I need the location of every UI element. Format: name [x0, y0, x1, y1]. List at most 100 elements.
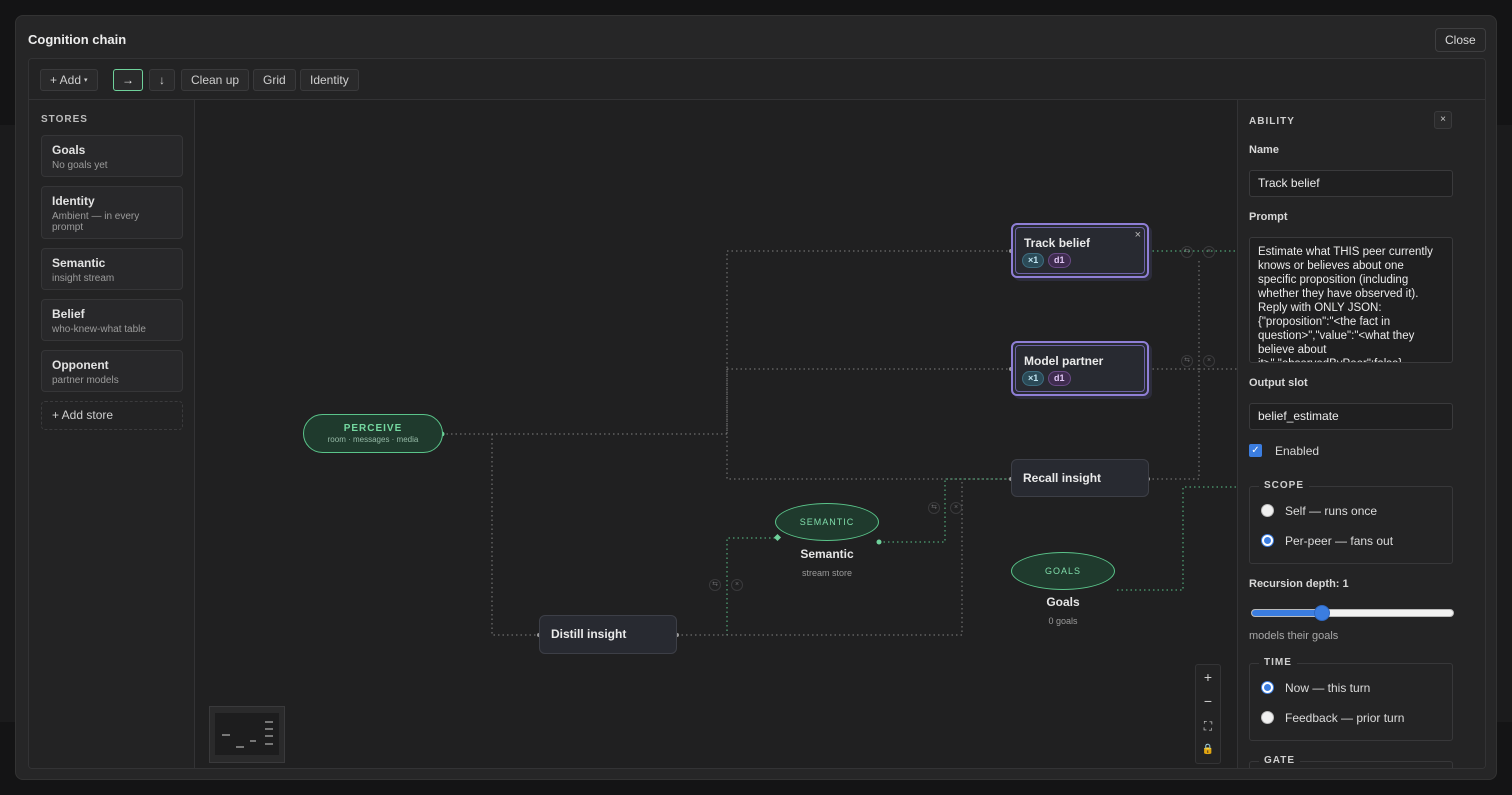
name-input[interactable]: Track belief — [1249, 170, 1453, 197]
store-title: Goals — [52, 143, 86, 157]
node-recall-insight[interactable]: Recall insight — [1011, 459, 1149, 497]
slider-knob[interactable] — [1314, 605, 1331, 621]
store-goals[interactable]: Goals No goals yet — [41, 135, 183, 177]
enabled-label: Enabled — [1275, 444, 1320, 458]
perceive-title: PERCEIVE — [343, 423, 403, 434]
edge-recall-out[interactable] — [1148, 369, 1200, 480]
remove-edge-icon[interactable]: × — [1203, 246, 1215, 258]
editor-frame: + Add ▾ → ↓ Clean up Grid Identity STORES… — [28, 58, 1486, 769]
edge-semantic-recall[interactable] — [879, 478, 1011, 543]
node-distill-insight[interactable]: Distill insight — [539, 615, 677, 654]
edge-perceive-recall[interactable] — [726, 369, 1011, 480]
add-button-label: + Add — [50, 73, 82, 87]
toolbar: + Add ▾ → ↓ Clean up Grid Identity — [29, 59, 1485, 100]
zoom-controls: + − ⛶ 🔒 — [1195, 664, 1221, 764]
remove-edge-icon[interactable]: × — [731, 579, 743, 591]
instance-count-badge: ×1 — [1022, 371, 1045, 386]
ability-panel: ABILITY × Name Track belief Prompt Estim… — [1237, 100, 1485, 768]
store-title: Opponent — [52, 358, 109, 372]
remove-edge-icon[interactable]: × — [1203, 355, 1215, 367]
gate-fieldset: GATE — [1249, 755, 1453, 768]
store-opponent[interactable]: Opponent partner models — [41, 350, 183, 392]
goals-store-node[interactable]: GOALS — [1011, 552, 1115, 590]
edge-distill-semantic[interactable] — [677, 537, 778, 636]
store-subtitle: partner models — [52, 375, 119, 386]
clean-up-button[interactable]: Clean up — [181, 69, 250, 91]
swap-edge-icon[interactable]: ⇆ — [1181, 355, 1193, 367]
close-icon[interactable]: × — [1434, 111, 1452, 129]
node-label: Track belief — [1024, 236, 1091, 250]
direction-down-button[interactable]: ↓ — [149, 69, 175, 91]
depth-badge: d1 — [1048, 253, 1071, 268]
direction-right-button[interactable]: → — [113, 69, 143, 91]
close-button[interactable]: Close — [1435, 28, 1486, 52]
minimap-node — [265, 721, 273, 723]
time-now-radio[interactable] — [1261, 681, 1274, 694]
identity-button[interactable]: Identity — [300, 69, 359, 91]
minimap-node — [265, 735, 273, 737]
node-track-belief[interactable]: Track belief × ×1 d1 — [1011, 223, 1149, 278]
minimap-node — [236, 746, 244, 748]
store-semantic[interactable]: Semantic insight stream — [41, 248, 183, 290]
store-belief[interactable]: Belief who-knew-what table — [41, 299, 183, 341]
store-title: Identity — [52, 194, 95, 208]
remove-edge-icon[interactable]: × — [950, 502, 962, 514]
swap-edge-icon[interactable]: ⇆ — [1181, 246, 1193, 258]
perceive-node[interactable]: PERCEIVE room · messages · media — [303, 414, 443, 453]
goals-subtitle: 0 goals — [1048, 616, 1078, 626]
graph-canvas[interactable]: PERCEIVE room · messages · media Track b… — [195, 100, 1237, 768]
output-slot-input[interactable]: belief_estimate — [1249, 403, 1453, 430]
store-subtitle: insight stream — [52, 273, 115, 284]
add-button[interactable]: + Add ▾ — [40, 69, 98, 91]
scope-self-label: Self — runs once — [1285, 504, 1378, 518]
fit-view-icon[interactable]: ⛶ — [1196, 714, 1220, 738]
time-legend: TIME — [1259, 657, 1297, 668]
close-icon[interactable]: × — [1135, 229, 1141, 241]
goals-caption: Goals 0 goals — [1003, 595, 1123, 626]
time-now-label: Now — this turn — [1285, 681, 1371, 695]
node-model-partner[interactable]: Model partner ×1 d1 — [1011, 341, 1149, 396]
node-label: Model partner — [1024, 354, 1104, 368]
minimap[interactable] — [209, 706, 285, 763]
edge-perceive-distill[interactable] — [491, 434, 539, 636]
scope-self-radio[interactable] — [1261, 504, 1274, 517]
scope-per-peer-radio[interactable] — [1261, 534, 1274, 547]
swap-edge-icon[interactable]: ⇆ — [709, 579, 721, 591]
zoom-out-icon[interactable]: − — [1196, 689, 1220, 713]
semantic-store-node[interactable]: SEMANTIC — [775, 503, 879, 541]
name-label: Name — [1249, 144, 1279, 156]
prompt-textarea[interactable]: Estimate what THIS peer currently knows … — [1249, 237, 1453, 363]
scope-per-peer-label: Per-peer — fans out — [1285, 534, 1394, 548]
store-title: Semantic — [52, 256, 106, 270]
stores-sidebar: STORES Goals No goals yet Identity Ambie… — [29, 100, 195, 768]
perceive-subtitle: room · messages · media — [327, 435, 419, 444]
time-fieldset: TIME Now — this turn Feedback — prior tu… — [1249, 657, 1453, 741]
edge-perceive-track[interactable] — [442, 250, 1011, 435]
edge-goals-out[interactable] — [1117, 486, 1237, 591]
edge-model-out[interactable] — [1148, 260, 1237, 370]
semantic-subtitle: stream store — [801, 568, 852, 578]
lock-icon[interactable]: 🔒 — [1196, 738, 1220, 762]
output-slot-label: Output slot — [1249, 377, 1308, 389]
gate-legend: GATE — [1259, 755, 1301, 766]
semantic-title: Semantic — [800, 547, 854, 561]
cognition-chain-modal: Cognition chain Close + Add ▾ → ↓ Clean u… — [15, 15, 1497, 780]
depth-badge: d1 — [1048, 371, 1071, 386]
minimap-node — [222, 734, 230, 736]
modal-title: Cognition chain — [28, 32, 127, 47]
store-subtitle: No goals yet — [52, 160, 108, 171]
add-store-button[interactable]: + Add store — [41, 401, 183, 430]
grid-button[interactable]: Grid — [253, 69, 296, 91]
enabled-checkbox[interactable]: ✓ — [1249, 444, 1262, 457]
time-feedback-radio[interactable] — [1261, 711, 1274, 724]
slider-fill — [1252, 610, 1323, 616]
swap-edge-icon[interactable]: ⇆ — [928, 502, 940, 514]
time-feedback-label: Feedback — prior turn — [1285, 711, 1405, 725]
goals-title: Goals — [1046, 595, 1080, 609]
recursion-depth-slider[interactable] — [1251, 605, 1454, 621]
zoom-in-icon[interactable]: + — [1196, 665, 1220, 689]
minimap-node — [265, 728, 273, 730]
store-title: Belief — [52, 307, 85, 321]
store-subtitle: Ambient — in every prompt — [52, 211, 140, 233]
store-identity[interactable]: Identity Ambient — in every prompt — [41, 186, 183, 239]
